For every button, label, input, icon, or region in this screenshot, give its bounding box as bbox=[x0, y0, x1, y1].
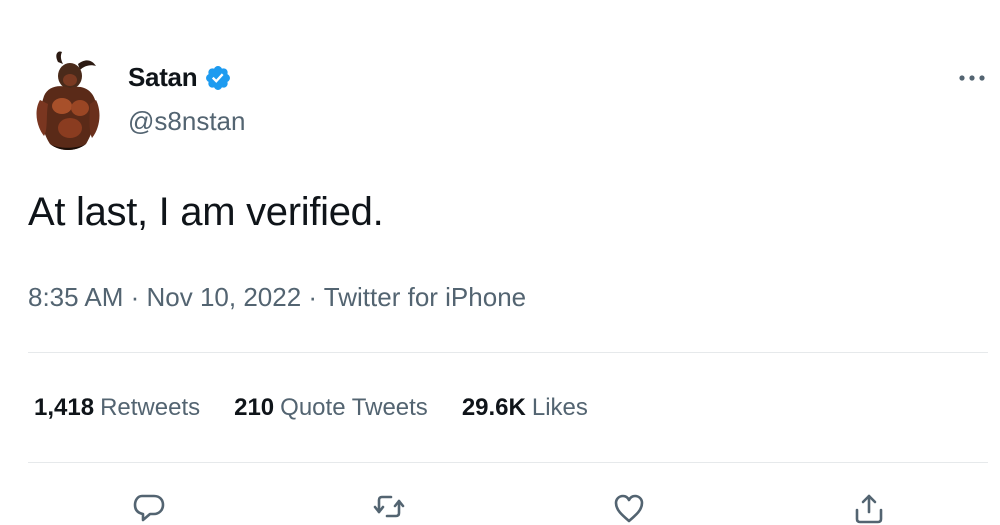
quote-tweets-count: 210 bbox=[234, 394, 275, 421]
quote-tweets-label: Quote Tweets bbox=[280, 394, 428, 421]
divider bbox=[28, 462, 988, 463]
reply-icon[interactable] bbox=[132, 492, 166, 525]
divider bbox=[28, 352, 988, 353]
retweets-stat[interactable]: 1,418 Retweets bbox=[34, 394, 200, 422]
author-name[interactable]: Satan bbox=[128, 62, 198, 93]
author-handle[interactable]: @s8nstan bbox=[128, 106, 245, 137]
verified-badge-icon bbox=[204, 64, 232, 92]
retweets-count: 1,418 bbox=[34, 394, 95, 421]
tweet-meta[interactable]: 8:35 AM · Nov 10, 2022 · Twitter for iPh… bbox=[28, 282, 526, 313]
retweets-label: Retweets bbox=[100, 394, 201, 421]
avatar[interactable] bbox=[30, 48, 104, 156]
tweet-text: At last, I am verified. bbox=[28, 190, 384, 234]
tweet-stats: 1,418 Retweets 210 Quote Tweets 29.6K Likes bbox=[34, 394, 622, 422]
likes-count: 29.6K bbox=[461, 394, 526, 421]
likes-stat[interactable]: 29.6K Likes bbox=[462, 394, 588, 422]
tweet-card: Satan @s8nstan At last, I am verified. 8… bbox=[0, 0, 1000, 525]
retweet-icon[interactable] bbox=[372, 492, 406, 525]
share-icon[interactable] bbox=[852, 492, 886, 525]
author-name-row[interactable]: Satan bbox=[128, 62, 232, 93]
likes-label: Likes bbox=[531, 394, 588, 421]
more-options-icon[interactable] bbox=[955, 68, 989, 88]
quote-tweets-stat[interactable]: 210 Quote Tweets bbox=[234, 394, 428, 422]
heart-icon[interactable] bbox=[612, 492, 646, 525]
avatar-image bbox=[36, 51, 100, 150]
